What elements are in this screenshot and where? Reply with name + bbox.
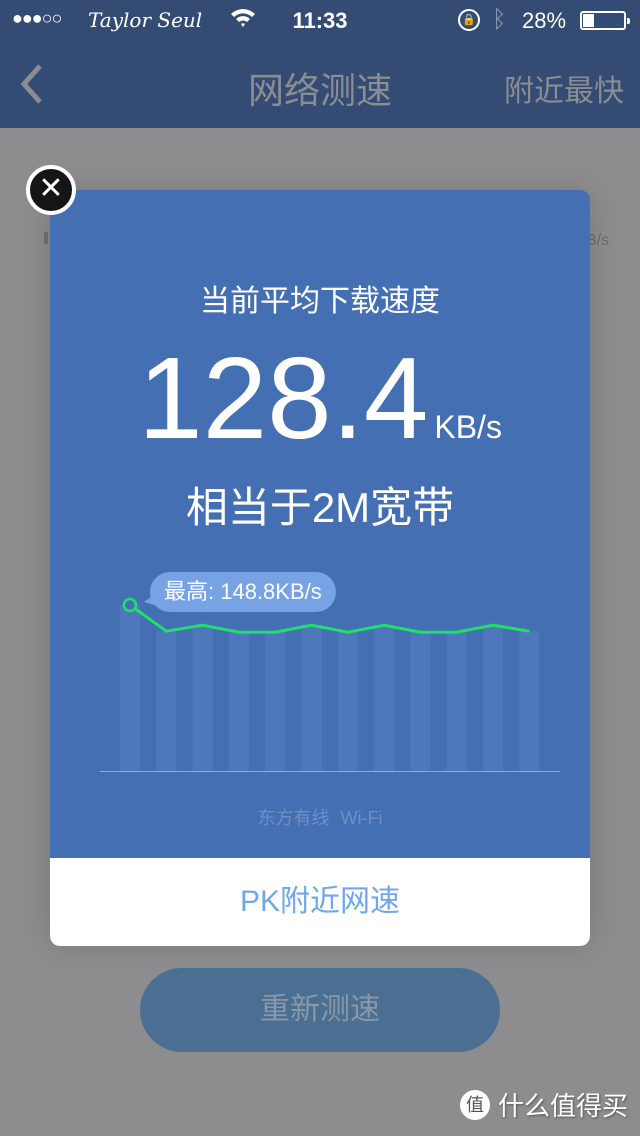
chart-bar — [446, 632, 467, 771]
pk-nearby-button[interactable]: PK附近网速 — [50, 858, 590, 946]
chart-bar — [156, 631, 177, 771]
battery-nub — [627, 18, 630, 24]
close-icon[interactable]: ✕ — [26, 165, 76, 215]
background-indicator — [44, 232, 48, 244]
battery-fill — [583, 14, 595, 27]
speed-unit: KB/s — [434, 409, 502, 445]
speed-readout: 128.4 KB/s — [50, 340, 590, 456]
battery-percent: 28% — [522, 8, 567, 33]
nearby-fastest-button[interactable]: 附近最快 — [504, 66, 624, 110]
chart-bar — [374, 625, 395, 771]
bluetooth-icon: ᛒ — [492, 6, 507, 33]
rotation-lock-icon: 🔒 — [458, 9, 480, 31]
nav-bar: 网络测速 附近最快 — [0, 40, 640, 128]
chart-bar — [337, 632, 358, 771]
chart-bar — [120, 605, 140, 771]
chart-bar — [228, 632, 249, 771]
chart-peak-point — [122, 597, 138, 613]
chart-bar — [410, 632, 431, 771]
chart-bar — [519, 631, 540, 771]
retest-button[interactable]: 重新测速 — [140, 968, 500, 1052]
bandwidth-equivalent: 相当于2M宽带 — [185, 484, 455, 531]
watermark-logo-icon: 值 — [459, 1089, 490, 1120]
battery-icon — [580, 11, 630, 30]
network-name: 东方有线 Wi-Fi — [257, 808, 383, 828]
speed-value: 128.4 — [138, 333, 429, 463]
speed-result-modal: 当前平均下载速度 128.4 KB/s 相当于2M宽带 最高: 148.8KB/s… — [50, 190, 590, 946]
chart-bar — [483, 625, 503, 771]
watermark: 值 什么值得买 — [459, 1086, 628, 1123]
chart-bar — [265, 632, 286, 771]
peak-tooltip: 最高: 148.8KB/s — [144, 572, 336, 612]
avg-speed-label: 当前平均下载速度 — [200, 285, 440, 318]
watermark-text: 什么值得买 — [497, 1091, 628, 1121]
chart-bar — [192, 625, 213, 771]
chart-bar — [301, 625, 322, 771]
status-bar: ●●●○○ Taylor Seul 11:33 🔒 ᛒ 28% — [0, 0, 640, 40]
